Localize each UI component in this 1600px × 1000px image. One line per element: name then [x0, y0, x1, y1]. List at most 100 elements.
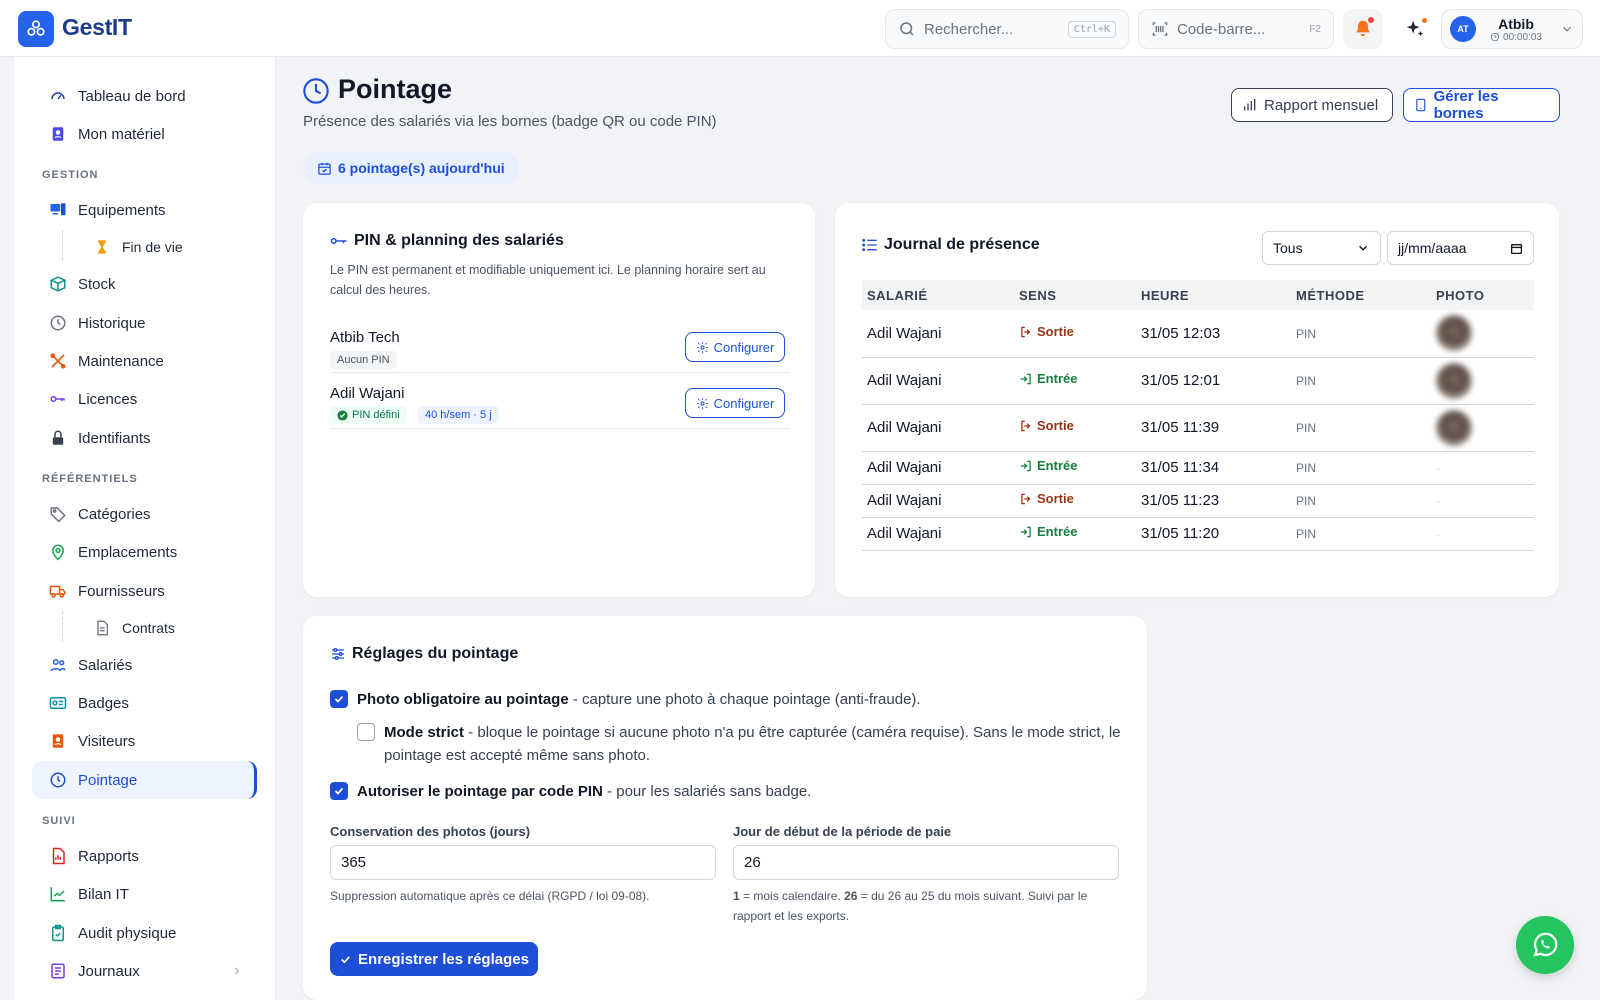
direction-badge: Entrée: [1019, 371, 1077, 386]
cell-heure: 31/05 12:03: [1136, 310, 1291, 358]
cell-sens: Sortie: [1014, 404, 1136, 452]
cell-methode: PIN: [1291, 357, 1431, 405]
sidebar-item-bilan-it[interactable]: Bilan IT: [32, 875, 257, 913]
employee-name: Atbib Tech: [330, 329, 400, 346]
sidebar-item-mon-materiel[interactable]: Mon matériel: [32, 115, 257, 153]
notifications-button[interactable]: [1343, 9, 1383, 49]
sidebar-item-stock[interactable]: Stock: [32, 265, 257, 303]
sidebar-item-dashboard[interactable]: Tableau de bord: [32, 77, 257, 115]
configure-button[interactable]: Configurer: [685, 332, 785, 362]
today-count-badge: 6 pointage(s) aujourd'hui: [303, 152, 519, 184]
search-shortcut: Ctrl+K: [1067, 20, 1116, 38]
photo-thumbnail[interactable]: [1436, 409, 1472, 446]
barcode-icon: [1152, 22, 1168, 36]
sidebar-item-fournisseurs[interactable]: Fournisseurs: [32, 572, 257, 610]
devices-icon: [48, 200, 68, 220]
photo-thumbnail[interactable]: [1436, 315, 1472, 352]
manage-terminals-button[interactable]: Gérer les bornes: [1403, 88, 1560, 122]
check-circle-icon: [337, 409, 348, 421]
settings-title: Réglages du pointage: [330, 645, 518, 663]
barcode-input[interactable]: Code-barre... F2: [1138, 9, 1334, 49]
visitor-badge-icon: [48, 731, 68, 751]
direction-badge: Sortie: [1019, 324, 1074, 339]
sidebar-item-fin-de-vie[interactable]: Fin de vie: [64, 228, 254, 266]
sidebar-item-salaries[interactable]: Salariés: [32, 646, 257, 684]
cell-methode: PIN: [1291, 310, 1431, 358]
logout-icon: [1021, 326, 1031, 337]
sidebar-item-audit-physique[interactable]: Audit physique: [32, 914, 257, 952]
table-row: Adil Wajani Sortie 31/05 11:23 PIN -: [862, 484, 1534, 518]
photo-required-checkbox[interactable]: [330, 690, 348, 708]
sidebar-item-historique[interactable]: Historique: [32, 304, 257, 342]
sidebar-item-pointage[interactable]: Pointage: [32, 761, 257, 799]
cell-sens: Sortie: [1014, 484, 1136, 518]
sidebar-item-badges[interactable]: Badges: [32, 684, 257, 722]
chevron-down-icon: [1563, 26, 1571, 32]
tag-icon: [48, 504, 68, 524]
whatsapp-icon: [1533, 932, 1558, 957]
cell-heure: 31/05 11:23: [1136, 484, 1291, 518]
pin-card-description: Le PIN est permanent et modifiable uniqu…: [330, 263, 766, 297]
payday-start-input[interactable]: 26: [733, 845, 1119, 880]
app-name[interactable]: GestIT: [62, 14, 132, 41]
document-icon: [92, 618, 112, 638]
sidebar-item-categories[interactable]: Catégories: [32, 495, 257, 533]
strict-mode-option[interactable]: Mode strict - bloque le pointage si aucu…: [357, 721, 1125, 767]
whatsapp-button[interactable]: [1516, 916, 1574, 974]
journal-icon: [48, 961, 68, 981]
table-row: Adil Wajani Sortie 31/05 12:03 PIN: [862, 310, 1534, 358]
cell-heure: 31/05 11:34: [1136, 451, 1291, 485]
sidebar-item-identifiants[interactable]: Identifiants: [32, 419, 257, 457]
section-referentiels: RÉFÉRENTIELS: [42, 473, 138, 485]
sidebar-item-licences[interactable]: Licences: [32, 380, 257, 418]
column-header: SENS: [1014, 280, 1136, 310]
sidebar-item-rapports[interactable]: Rapports: [32, 837, 257, 875]
check-icon: [334, 695, 344, 703]
sidebar-item-contrats[interactable]: Contrats: [64, 609, 254, 647]
cell-photo: -: [1431, 451, 1534, 485]
save-settings-button[interactable]: Enregistrer les réglages: [330, 942, 538, 976]
pin-allowed-checkbox[interactable]: [330, 782, 348, 800]
pin-card-title: PIN & planning des salariés: [330, 232, 564, 250]
photo-required-option[interactable]: Photo obligatoire au pointage - capture …: [330, 688, 1130, 711]
sidebar-item-equipements[interactable]: Equipements: [32, 191, 257, 229]
section-suivi: SUIVI: [42, 815, 76, 827]
strict-mode-checkbox[interactable]: [357, 723, 375, 741]
configure-button[interactable]: Configurer: [685, 388, 785, 418]
retention-days-input[interactable]: 365: [330, 845, 716, 880]
sidebar-item-maintenance[interactable]: Maintenance: [32, 342, 257, 380]
trend-chart-icon: [48, 884, 68, 904]
planning-badge: 40 h/sem · 5 j: [418, 406, 499, 424]
user-card-icon: [48, 124, 68, 144]
cell-sens: Sortie: [1014, 310, 1136, 358]
attendance-log-card: Journal de présence Tous jj/mm/aaaa SALA…: [835, 203, 1559, 597]
cell-photo: [1431, 357, 1534, 405]
date-filter-input[interactable]: jj/mm/aaaa: [1387, 231, 1534, 265]
user-menu[interactable]: AT Atbib 00:00:03: [1441, 9, 1583, 49]
gauge-icon: [48, 86, 68, 106]
retention-label: Conservation des photos (jours): [330, 824, 531, 839]
cell-sens: Entrée: [1014, 451, 1136, 485]
cell-methode: PIN: [1291, 404, 1431, 452]
direction-badge: Sortie: [1019, 418, 1074, 433]
sidebar-item-journaux[interactable]: Journaux: [32, 952, 257, 990]
monthly-report-button[interactable]: Rapport mensuel: [1231, 88, 1393, 122]
pin-allowed-option[interactable]: Autoriser le pointage par code PIN - pou…: [330, 780, 1130, 803]
column-header: SALARIÉ: [862, 280, 1014, 310]
logo-icon[interactable]: [18, 11, 54, 47]
users-icon: [48, 655, 68, 675]
photo-thumbnail[interactable]: [1436, 362, 1472, 399]
history-icon: [48, 313, 68, 333]
hourglass-icon: [92, 237, 112, 257]
ai-assistant-button[interactable]: [1395, 9, 1435, 49]
chevron-right-icon: [235, 967, 240, 975]
sidebar-item-visiteurs[interactable]: Visiteurs: [32, 722, 257, 760]
sidebar-item-emplacements[interactable]: Emplacements: [32, 533, 257, 571]
calendar-check-icon: [318, 162, 331, 175]
cell-methode: PIN: [1291, 517, 1431, 551]
search-input[interactable]: Rechercher... Ctrl+K: [885, 9, 1129, 49]
cell-salarie: Adil Wajani: [862, 484, 1014, 518]
settings-card: Réglages du pointage Photo obligatoire a…: [303, 616, 1147, 1000]
direction-filter-select[interactable]: Tous: [1262, 231, 1381, 265]
box-icon: [48, 274, 68, 294]
